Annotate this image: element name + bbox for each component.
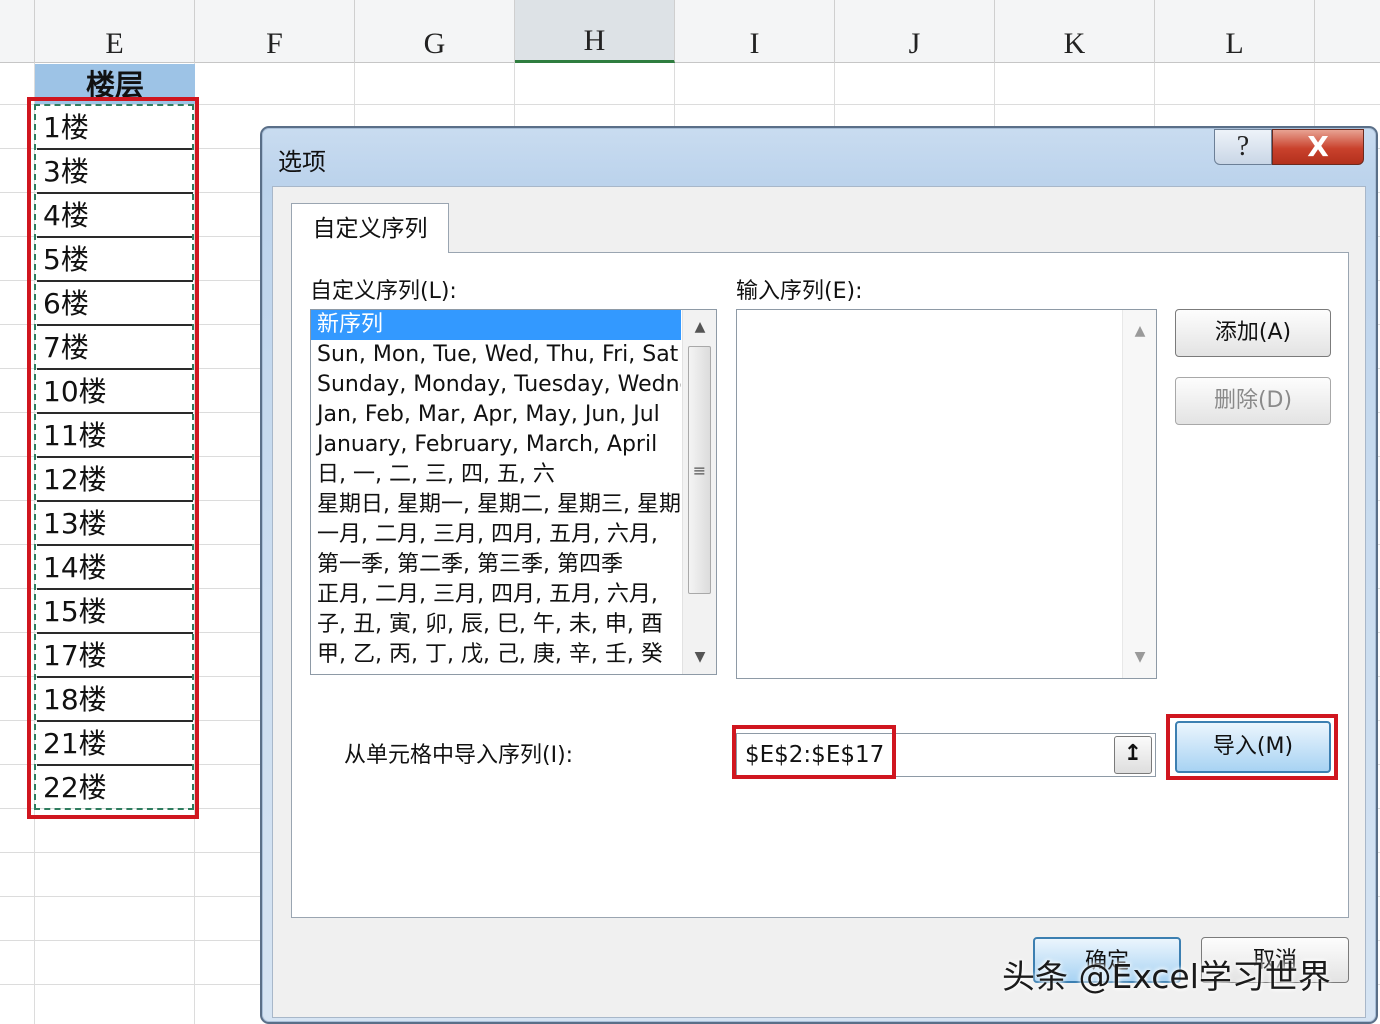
- floor-cell[interactable]: 3楼: [37, 150, 193, 194]
- floor-cell[interactable]: 12楼: [37, 458, 193, 502]
- list-item[interactable]: 一月, 二月, 三月, 四月, 五月, 六月,: [311, 520, 681, 550]
- column-header-e[interactable]: E: [35, 0, 195, 63]
- floor-cell[interactable]: 5楼: [37, 238, 193, 282]
- floor-cell[interactable]: 18楼: [37, 678, 193, 722]
- floor-cell[interactable]: 17楼: [37, 634, 193, 678]
- list-item[interactable]: Sun, Mon, Tue, Wed, Thu, Fri, Sat: [311, 340, 681, 370]
- column-header-f[interactable]: F: [195, 0, 355, 63]
- floor-cell[interactable]: 7楼: [37, 326, 193, 370]
- watermark: 头条 @Excel学习世界: [1002, 957, 1331, 996]
- import-label: 从单元格中导入序列(I):: [344, 743, 574, 768]
- column-header-h[interactable]: H: [515, 0, 675, 63]
- list-item[interactable]: 第一季, 第二季, 第三季, 第四季: [311, 550, 681, 580]
- floor-cell[interactable]: 4楼: [37, 194, 193, 238]
- floor-cell[interactable]: 1楼: [37, 106, 193, 150]
- help-button[interactable]: ?: [1214, 129, 1272, 165]
- column-header-partial[interactable]: [0, 0, 35, 63]
- column-header-g[interactable]: G: [355, 0, 515, 63]
- dialog-client: 自定义序列 自定义序列(L): 输入序列(E): 新序列 Sun, Mon, T…: [272, 186, 1366, 1018]
- scroll-down-icon[interactable]: ▼: [683, 642, 716, 672]
- floor-cell[interactable]: 14楼: [37, 546, 193, 590]
- list-item[interactable]: Sunday, Monday, Tuesday, Wednesday: [311, 370, 681, 400]
- column-header-k[interactable]: K: [995, 0, 1155, 63]
- collapse-dialog-icon[interactable]: ↥: [1114, 736, 1152, 774]
- column-header-j[interactable]: J: [835, 0, 995, 63]
- gridline: [0, 104, 1380, 105]
- list-item[interactable]: Jan, Feb, Mar, Apr, May, Jun, Jul: [311, 400, 681, 430]
- scroll-up-icon[interactable]: ▲: [683, 312, 716, 342]
- column-header-bar: E F G H I J K L: [0, 0, 1380, 63]
- column-header-i[interactable]: I: [675, 0, 835, 63]
- delete-button[interactable]: 删除(D): [1175, 377, 1331, 425]
- list-entries-label: 输入序列(E):: [736, 279, 863, 304]
- list-item[interactable]: 甲, 乙, 丙, 丁, 戊, 己, 庚, 辛, 壬, 癸: [311, 640, 681, 670]
- list-item[interactable]: 新序列: [311, 310, 681, 340]
- floor-cell[interactable]: 22楼: [37, 766, 193, 810]
- scroll-down-icon[interactable]: ▼: [1123, 642, 1157, 672]
- tab-custom-lists[interactable]: 自定义序列: [291, 203, 449, 253]
- scroll-up-icon[interactable]: ▲: [1123, 316, 1157, 346]
- entries-scrollbar[interactable]: ▲ ▼: [1122, 310, 1156, 678]
- floor-cell[interactable]: 10楼: [37, 370, 193, 414]
- floor-cell[interactable]: 21楼: [37, 722, 193, 766]
- add-button[interactable]: 添加(A): [1175, 309, 1331, 357]
- list-item[interactable]: 正月, 二月, 三月, 四月, 五月, 六月,: [311, 580, 681, 610]
- options-dialog: 选项 ? X 自定义序列 自定义序列(L): 输入序列(E): 新序列 Sun,…: [260, 126, 1378, 1024]
- close-button[interactable]: X: [1272, 129, 1364, 165]
- list-item[interactable]: January, February, March, April: [311, 430, 681, 460]
- floor-cell[interactable]: 15楼: [37, 590, 193, 634]
- listbox-scrollbar[interactable]: ▲ ≡ ▼: [682, 310, 716, 674]
- list-entries-textbox[interactable]: ▲ ▼: [736, 309, 1157, 679]
- custom-lists-panel: 自定义序列(L): 输入序列(E): 新序列 Sun, Mon, Tue, We…: [291, 252, 1349, 918]
- floor-cell[interactable]: 6楼: [37, 282, 193, 326]
- floor-cell[interactable]: 11楼: [37, 414, 193, 458]
- import-button[interactable]: 导入(M): [1175, 721, 1331, 773]
- cell-e1-header[interactable]: 楼层: [35, 64, 195, 104]
- list-item[interactable]: 子, 丑, 寅, 卯, 辰, 巳, 午, 未, 申, 酉: [311, 610, 681, 640]
- import-range-input[interactable]: $E$2:$E$17: [736, 733, 1156, 777]
- floor-cell[interactable]: 13楼: [37, 502, 193, 546]
- custom-lists-label: 自定义序列(L):: [310, 279, 457, 304]
- list-item[interactable]: 星期日, 星期一, 星期二, 星期三, 星期四: [311, 490, 681, 520]
- scroll-thumb[interactable]: ≡: [688, 346, 711, 594]
- dialog-title: 选项: [278, 148, 326, 176]
- column-header-l[interactable]: L: [1155, 0, 1315, 63]
- custom-lists-listbox[interactable]: 新序列 Sun, Mon, Tue, Wed, Thu, Fri, Sat Su…: [310, 309, 717, 675]
- list-item[interactable]: 日, 一, 二, 三, 四, 五, 六: [311, 460, 681, 490]
